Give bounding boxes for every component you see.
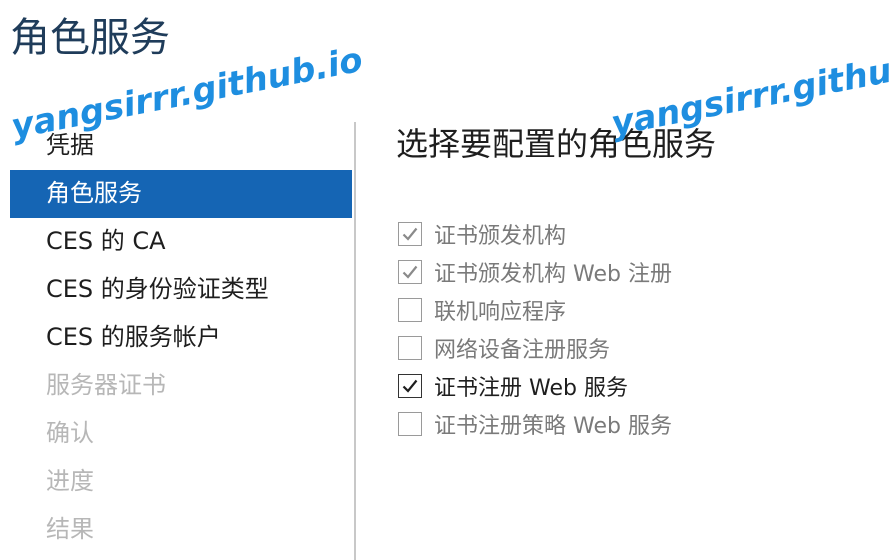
checkbox-ndes (398, 336, 422, 360)
nav-item-progress: 进度 (46, 467, 94, 495)
nav-item-ces-auth-type[interactable]: CES 的身份验证类型 (10, 266, 352, 314)
role-label: 证书颁发机构 (434, 224, 567, 249)
check-icon (402, 379, 418, 393)
nav-item-role-services[interactable]: 角色服务 (10, 170, 352, 218)
checkbox-ca-web-enrollment (398, 260, 422, 284)
nav-item-ces-ca[interactable]: CES 的 CA (10, 218, 352, 266)
role-label: 网络设备注册服务 (434, 338, 611, 363)
nav-item-confirmation: 确认 (46, 419, 94, 447)
checkbox-cert-enrollment-web-service[interactable] (398, 374, 422, 398)
checkbox-cert-enrollment-policy-web-service (398, 412, 422, 436)
role-label: 证书颁发机构 Web 注册 (434, 262, 672, 287)
checkbox-certification-authority (398, 222, 422, 246)
nav-item-ces-service-account[interactable]: CES 的服务帐户 (10, 314, 352, 362)
role-item-online-responder: 联机响应程序 (398, 291, 672, 329)
checkbox-online-responder (398, 298, 422, 322)
wizard-nav: 凭据 角色服务 CES 的 CA CES 的身份验证类型 CES 的服务帐户 服… (10, 122, 352, 554)
role-item-certification-authority: 证书颁发机构 (398, 215, 672, 253)
check-icon (402, 227, 418, 241)
check-icon (402, 265, 418, 279)
section-heading: 选择要配置的角色服务 (396, 125, 717, 163)
nav-item-results: 结果 (46, 515, 94, 543)
nav-item-server-certificate: 服务器证书 (46, 371, 166, 399)
nav-divider (354, 122, 356, 560)
role-item-ndes: 网络设备注册服务 (398, 329, 672, 367)
role-label: 证书注册 Web 服务 (434, 376, 628, 401)
role-label: 联机响应程序 (434, 300, 567, 325)
page-title: 角色服务 (10, 15, 170, 61)
role-item-cert-enrollment-web-service[interactable]: 证书注册 Web 服务 (398, 367, 672, 405)
nav-item-credentials[interactable]: 凭据 (10, 122, 352, 170)
role-label: 证书注册策略 Web 服务 (434, 414, 672, 439)
role-item-cert-enrollment-policy-web-service: 证书注册策略 Web 服务 (398, 405, 672, 443)
role-services-list: 证书颁发机构 证书颁发机构 Web 注册 联机响应程序 网络设备注册服务 证书注… (398, 215, 672, 443)
role-item-ca-web-enrollment: 证书颁发机构 Web 注册 (398, 253, 672, 291)
